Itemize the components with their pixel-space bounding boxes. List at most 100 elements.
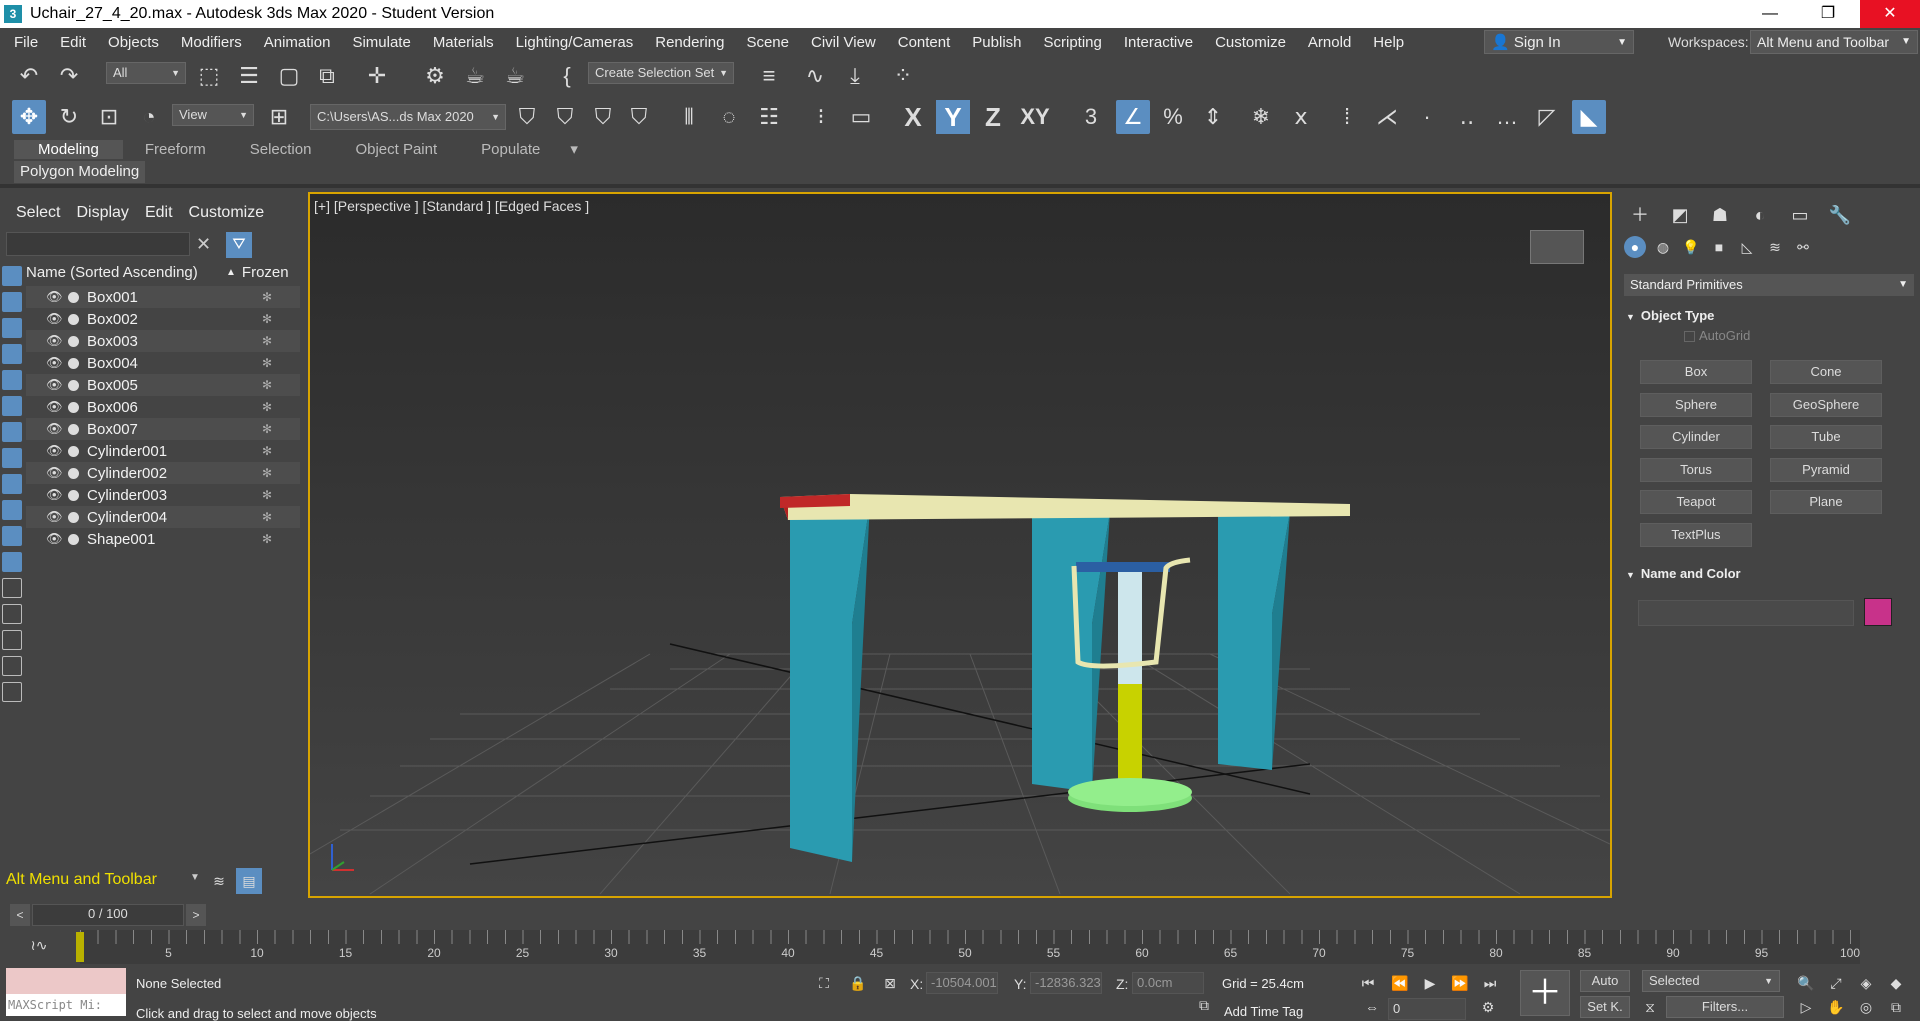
autogrid-checkbox[interactable]: AutoGrid (1684, 328, 1750, 343)
cylinder-button[interactable]: Cylinder (1640, 425, 1752, 449)
renderable-icon[interactable] (68, 445, 79, 457)
menu-arnold[interactable]: Arnold (1297, 34, 1362, 51)
torus-button[interactable]: Torus (1640, 458, 1752, 482)
space-warps-icon[interactable]: ≋ (1764, 236, 1786, 258)
layer-icon[interactable] (2, 682, 22, 702)
cameras-icon[interactable]: ■ (1708, 236, 1730, 258)
schematic-view-icon[interactable]: ⤓ (838, 59, 872, 93)
eye-icon[interactable]: 👁 (46, 487, 63, 503)
eye-icon[interactable]: 👁 (46, 333, 63, 349)
snap-vertex-icon[interactable]: ⋌ (1370, 100, 1404, 134)
select-move-icon[interactable]: ✛ (360, 59, 394, 93)
prev-key-icon[interactable]: ⏪ (1388, 972, 1412, 994)
zoom-extents-all-icon[interactable]: ◆ (1884, 972, 1908, 994)
restore-button[interactable]: ❐ (1804, 0, 1852, 28)
menu-scene[interactable]: Scene (735, 34, 800, 51)
tab-selection[interactable]: Selection (228, 141, 334, 158)
explorer-menu-edit[interactable]: Edit (137, 204, 181, 222)
pivot-icon[interactable]: ⊞ (262, 100, 296, 134)
eye-icon[interactable]: 👁 (46, 311, 63, 327)
textplus-button[interactable]: TextPlus (1640, 523, 1752, 547)
filters-button[interactable]: Filters... (1666, 996, 1784, 1018)
freeze-icon[interactable]: ✻ (262, 466, 272, 480)
menu-scripting[interactable]: Scripting (1033, 34, 1113, 51)
shapes-icon[interactable]: ◍ (1652, 236, 1674, 258)
add-time-tag[interactable]: Add Time Tag (1224, 1004, 1303, 1019)
freeze-icon[interactable]: ✻ (262, 334, 272, 348)
workspaces-select[interactable]: Alt Menu and Toolbar ▼ (1750, 30, 1918, 54)
tab-freeform[interactable]: Freeform (123, 141, 228, 158)
axis-xy-button[interactable]: XY (1016, 100, 1054, 134)
display-all-icon[interactable] (2, 578, 22, 598)
place-icon[interactable]: ◔ (132, 100, 166, 134)
freeze-icon[interactable]: ✻ (262, 378, 272, 392)
curve-editor-toggle-icon[interactable]: ≀∿ (22, 932, 56, 958)
next-frame-button[interactable]: > (186, 904, 206, 926)
list-item[interactable]: 👁 Cylinder004 ✻ (26, 506, 300, 528)
z-coord-field[interactable]: 0.0cm (1132, 972, 1204, 994)
list-item[interactable]: 👁 Cylinder001 ✻ (26, 440, 300, 462)
lights-filter-icon[interactable] (2, 318, 22, 338)
scene-explorer-toggle-icon[interactable]: ▤ (236, 868, 262, 894)
move-icon[interactable]: ✥ (12, 100, 46, 134)
menu-animation[interactable]: Animation (253, 34, 342, 51)
maxscript-mini-listener[interactable]: MAXScript Mi: (6, 994, 126, 1016)
percent-snap-icon[interactable]: ⛉ (586, 100, 620, 134)
ruler-icon[interactable]: ▭ (844, 100, 878, 134)
freeze-icon[interactable]: ✻ (262, 356, 272, 370)
tab-populate[interactable]: Populate (459, 141, 562, 158)
spinner-snap-toggle-icon[interactable]: ⇕ (1196, 100, 1230, 134)
array-icon[interactable]: ☷ (752, 100, 786, 134)
renderable-icon[interactable] (68, 401, 79, 413)
object-color-swatch[interactable] (1864, 598, 1892, 626)
layers-icon[interactable]: ≋ (206, 868, 232, 894)
eye-icon[interactable]: 👁 (46, 465, 63, 481)
teapot-button[interactable]: Teapot (1640, 490, 1752, 514)
column-name[interactable]: Name (Sorted Ascending) (26, 264, 226, 286)
project-path-select[interactable]: C:\Users\AS...ds Max 2020 ▼ (310, 104, 506, 130)
column-frozen[interactable]: Frozen (242, 264, 289, 286)
object-name-input[interactable] (1638, 600, 1854, 626)
modify-tab-icon[interactable]: ◩ (1664, 202, 1696, 228)
snap-edge-icon[interactable]: … (1490, 100, 1524, 134)
maxscript-listener-output[interactable] (6, 968, 126, 994)
key-mode-icon[interactable]: ⇔ (1360, 996, 1384, 1018)
rotate-icon[interactable]: ↻ (52, 100, 86, 134)
rect-selection-icon[interactable]: ▢ (272, 59, 306, 93)
menu-simulate[interactable]: Simulate (341, 34, 421, 51)
renderable-icon[interactable] (68, 423, 79, 435)
box-button[interactable]: Box (1640, 360, 1752, 384)
go-to-start-icon[interactable]: ⏮ (1356, 972, 1380, 994)
renderable-icon[interactable] (68, 313, 79, 325)
object-type-rollout[interactable]: ▼ Object Type (1626, 308, 1912, 328)
hierarchy-tab-icon[interactable]: ☗ (1704, 202, 1736, 228)
spacewarps-filter-icon[interactable] (2, 396, 22, 416)
geometry-filter-icon[interactable] (2, 266, 22, 286)
geometry-icon[interactable]: ● (1624, 236, 1646, 258)
renderable-icon[interactable] (68, 467, 79, 479)
menu-file[interactable]: File (0, 34, 49, 51)
orbit-icon[interactable]: ◎ (1854, 996, 1878, 1018)
menu-edit[interactable]: Edit (49, 34, 97, 51)
list-item[interactable]: 👁 Box005 ✻ (26, 374, 300, 396)
sign-in-dropdown[interactable]: 👤 Sign In ▼ (1484, 30, 1634, 54)
align-icon[interactable]: ◌ (712, 100, 746, 134)
menu-customize[interactable]: Customize (1204, 34, 1297, 51)
tab-object-paint[interactable]: Object Paint (333, 141, 459, 158)
axis-z-button[interactable]: Z (976, 100, 1010, 134)
curve-editor-icon[interactable]: ∿ (798, 59, 832, 93)
list-item[interactable]: 👁 Cylinder003 ✻ (26, 484, 300, 506)
list-item[interactable]: 👁 Cylinder002 ✻ (26, 462, 300, 484)
freeze-icon[interactable]: ✻ (262, 510, 272, 524)
pan-icon[interactable]: ✋ (1824, 996, 1848, 1018)
set-key-icon[interactable]: ＋ (1520, 970, 1570, 1016)
helpers-icon[interactable]: ◺ (1736, 236, 1758, 258)
cone-button[interactable]: Cone (1770, 360, 1882, 384)
selection-filter-select[interactable]: All ▼ (106, 62, 186, 84)
ribbon-options-icon[interactable]: ▾ (562, 140, 586, 158)
render-icon[interactable]: ☕ (498, 59, 532, 93)
sphere-button[interactable]: Sphere (1640, 393, 1752, 417)
hidden-filter-icon[interactable] (2, 552, 22, 572)
isolate-icon[interactable]: ⛶ (812, 972, 836, 994)
snap-face-icon[interactable]: ◸ (1530, 100, 1564, 134)
